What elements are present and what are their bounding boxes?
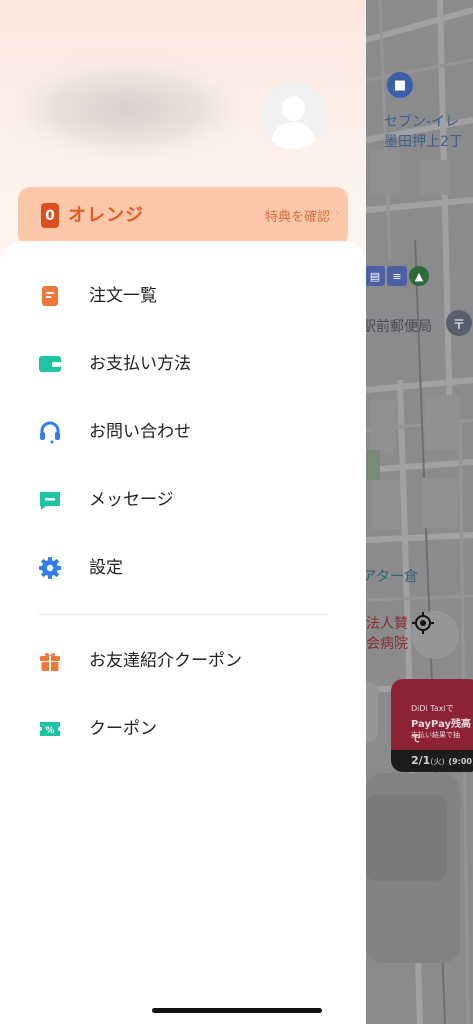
map-label-hospital: 法人賛 会病院 [366, 616, 408, 652]
store-pin-icon[interactable]: ■ [387, 72, 413, 98]
menu-item-referral-coupon[interactable]: お友達紹介クーポン [0, 633, 366, 689]
promo-line1: DiDi Taxiで [411, 704, 454, 713]
map-label-post-office: 駅前郵便局 [362, 319, 432, 335]
post-office-pin-icon[interactable]: 〒 [446, 310, 472, 336]
benefits-link[interactable]: 特典を確認 [265, 206, 330, 225]
map-label-kura: アター倉 [362, 569, 418, 585]
wallet-icon [39, 356, 61, 372]
promo-date: 2/1(火) (9:00) [391, 750, 473, 772]
promo-line3: 支払い結果で抽 [411, 731, 460, 739]
menu-item-label: お友達紹介クーポン [89, 651, 242, 671]
menu-item-label: メッセージ [89, 490, 174, 510]
chevron-right-icon: › [335, 206, 340, 220]
rank-badge: 0 [41, 203, 59, 228]
avatar[interactable] [260, 82, 327, 149]
message-icon [40, 492, 60, 510]
map-label-seven-eleven: セブン-イレ 墨田押上2丁 [384, 114, 463, 150]
gift-icon [40, 652, 60, 671]
menu-item-label: お支払い方法 [89, 354, 191, 374]
avatar-head-icon [282, 96, 305, 121]
coupon-icon: % [40, 722, 60, 736]
user-name-blurred [22, 64, 232, 154]
menu-item-label: クーポン [89, 719, 157, 739]
menu-item-label: 注文一覧 [89, 286, 157, 306]
station-icons: ▤ ≡ ▲ [365, 266, 429, 286]
menu-item-coupons[interactable]: % クーポン [0, 701, 366, 757]
headset-icon [40, 421, 60, 444]
menu-item-orders[interactable]: 注文一覧 [0, 268, 366, 324]
rank-name: オレンジ [68, 205, 144, 226]
ride-input-card[interactable] [365, 795, 447, 881]
side-drawer: 0 オレンジ 特典を確認 › 注文一覧 お支払い方法 お問い合わせ メッセージ … [0, 0, 366, 1024]
gear-icon [39, 557, 61, 579]
crosshair-icon [412, 612, 434, 634]
home-indicator [152, 1008, 322, 1013]
locate-me-button[interactable] [411, 611, 459, 659]
promo-banner[interactable]: DiDi Taxiで PayPay残高で 支払い結果で抽 2/1(火) (9:0… [391, 679, 473, 772]
park-icon: ▲ [409, 266, 429, 286]
menu-item-messages[interactable]: メッセージ [0, 472, 366, 528]
svg-text:%: % [45, 726, 54, 736]
menu-item-contact[interactable]: お問い合わせ [0, 404, 366, 460]
membership-rank-card[interactable]: 0 オレンジ 特典を確認 › [18, 187, 348, 247]
order-list-icon [42, 286, 58, 306]
avatar-body-icon [272, 122, 315, 149]
menu-item-label: お問い合わせ [89, 422, 191, 442]
menu-divider [38, 614, 328, 615]
menu-item-label: 設定 [89, 558, 123, 578]
subway-icon: ≡ [387, 266, 407, 286]
menu-item-settings[interactable]: 設定 [0, 540, 366, 596]
drawer-header: 0 オレンジ 特典を確認 › [0, 0, 366, 260]
menu-item-payment[interactable]: お支払い方法 [0, 336, 366, 392]
ride-bottom-sheet[interactable] [365, 773, 460, 963]
bus-icon: ▤ [365, 266, 385, 286]
